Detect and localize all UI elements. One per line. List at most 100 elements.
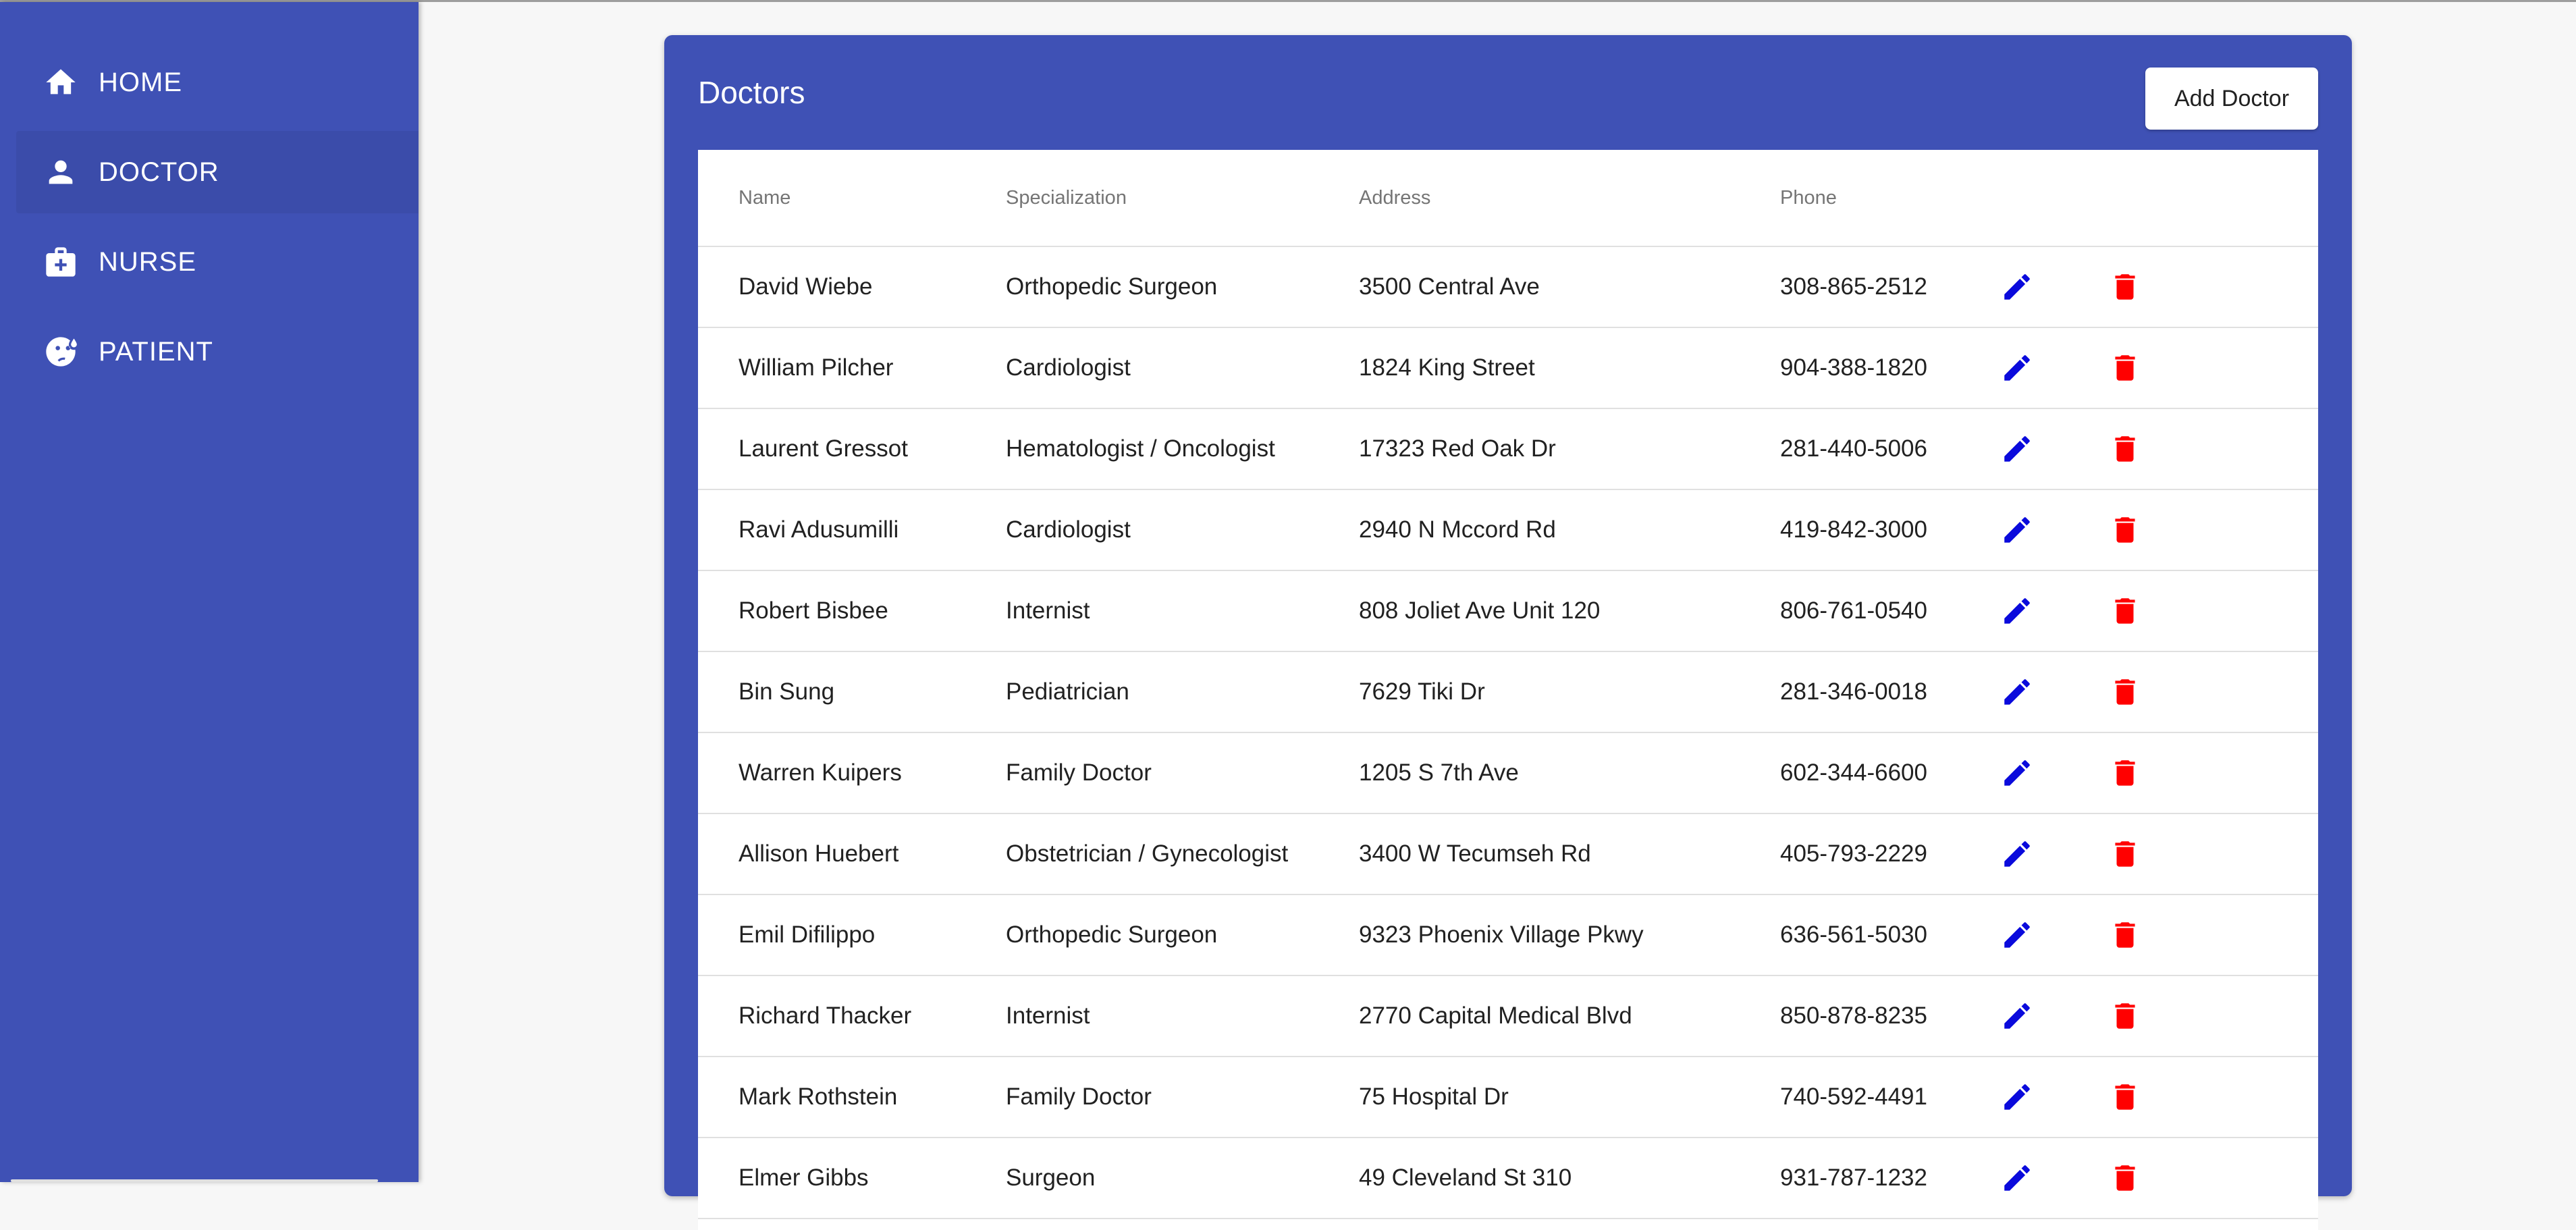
sidebar: HOME DOCTOR NURSE PATIENT: [0, 2, 419, 1182]
table-row: Laurent Gressot Hematologist / Oncologist…: [698, 408, 2318, 490]
edit-cell: [1996, 732, 2104, 814]
delete-icon[interactable]: [2108, 513, 2142, 547]
doctors-table: Name Specialization Address Phone David …: [698, 150, 2318, 1219]
edit-icon[interactable]: [2000, 513, 2034, 547]
cell-address: 3400 W Tecumseh Rd: [1359, 813, 1780, 895]
cell-name: Allison Huebert: [698, 813, 1006, 895]
sidebar-item-nurse[interactable]: NURSE: [16, 221, 419, 303]
sidebar-nav: HOME DOCTOR NURSE PATIENT: [16, 41, 419, 400]
sidebar-item-label: NURSE: [99, 246, 197, 277]
sidebar-item-patient[interactable]: PATIENT: [16, 311, 419, 393]
delete-cell: [2104, 1138, 2318, 1219]
cell-name: William Pilcher: [698, 327, 1006, 409]
sidebar-item-doctor[interactable]: DOCTOR: [16, 131, 419, 213]
cell-phone: 281-440-5006: [1780, 408, 1996, 490]
cell-address: 1205 S 7th Ave: [1359, 732, 1780, 814]
cell-address: 1824 King Street: [1359, 327, 1780, 409]
delete-icon[interactable]: [2108, 756, 2142, 790]
edit-cell: [1996, 246, 2104, 328]
sidebar-scrollbar[interactable]: [11, 1179, 378, 1182]
cell-specialization: Cardiologist: [1006, 327, 1359, 409]
cell-address: 7629 Tiki Dr: [1359, 651, 1780, 733]
cell-specialization: Obstetrician / Gynecologist: [1006, 813, 1359, 895]
delete-icon[interactable]: [2108, 432, 2142, 466]
table-row: Richard Thacker Internist 2770 Capital Med…: [698, 975, 2318, 1057]
cell-address: 3500 Central Ave: [1359, 246, 1780, 328]
cell-name: Robert Bisbee: [698, 570, 1006, 652]
edit-icon[interactable]: [2000, 837, 2034, 871]
table-row: Bin Sung Pediatrician 7629 Tiki Dr 281-346-…: [698, 651, 2318, 733]
edit-icon[interactable]: [2000, 999, 2034, 1033]
delete-icon[interactable]: [2108, 351, 2142, 385]
cell-specialization: Family Doctor: [1006, 1057, 1359, 1138]
delete-cell: [2104, 732, 2318, 814]
delete-cell: [2104, 894, 2318, 976]
cell-specialization: Surgeon: [1006, 1138, 1359, 1219]
doctors-card: Doctors Add Doctor Name Specialization A…: [664, 35, 2352, 1230]
cell-phone: 419-842-3000: [1780, 489, 1996, 571]
edit-icon[interactable]: [2000, 675, 2034, 709]
cell-phone: 806-761-0540: [1780, 570, 1996, 652]
table-header-row: Name Specialization Address Phone: [698, 150, 2318, 247]
sidebar-item-home[interactable]: HOME: [16, 41, 419, 124]
cell-name: Warren Kuipers: [698, 732, 1006, 814]
medical-bag-icon: [43, 244, 78, 279]
cell-specialization: Orthopedic Surgeon: [1006, 246, 1359, 328]
add-doctor-button[interactable]: Add Doctor: [2145, 68, 2318, 130]
column-header-name: Name: [698, 150, 1006, 247]
edit-icon[interactable]: [2000, 756, 2034, 790]
column-header-address: Address: [1359, 150, 1780, 247]
delete-icon[interactable]: [2108, 999, 2142, 1033]
cell-specialization: Internist: [1006, 975, 1359, 1057]
cell-address: 17323 Red Oak Dr: [1359, 408, 1780, 490]
delete-cell: [2104, 1057, 2318, 1138]
cell-address: 2940 N Mccord Rd: [1359, 489, 1780, 571]
cell-specialization: Pediatrician: [1006, 651, 1359, 733]
cell-address: 49 Cleveland St 310: [1359, 1138, 1780, 1219]
delete-cell: [2104, 327, 2318, 409]
cell-name: David Wiebe: [698, 246, 1006, 328]
edit-icon[interactable]: [2000, 432, 2034, 466]
doctors-table-body: David Wiebe Orthopedic Surgeon 3500 Centra…: [698, 246, 2318, 1219]
sidebar-item-label: HOME: [99, 67, 182, 97]
cell-specialization: Orthopedic Surgeon: [1006, 894, 1359, 976]
delete-icon[interactable]: [2108, 675, 2142, 709]
delete-icon[interactable]: [2108, 594, 2142, 628]
column-header-delete: [2104, 150, 2318, 247]
edit-icon[interactable]: [2000, 270, 2034, 304]
column-header-edit: [1996, 150, 2104, 247]
edit-icon[interactable]: [2000, 1161, 2034, 1195]
table-row: William Pilcher Cardiologist 1824 King Str…: [698, 327, 2318, 409]
delete-icon[interactable]: [2108, 1161, 2142, 1195]
delete-icon[interactable]: [2108, 270, 2142, 304]
edit-icon[interactable]: [2000, 918, 2034, 952]
edit-icon[interactable]: [2000, 1080, 2034, 1114]
cell-name: Elmer Gibbs: [698, 1138, 1006, 1219]
cell-name: Mark Rothstein: [698, 1057, 1006, 1138]
edit-cell: [1996, 813, 2104, 895]
edit-cell: [1996, 489, 2104, 571]
cell-address: 9323 Phoenix Village Pkwy: [1359, 894, 1780, 976]
delete-cell: [2104, 975, 2318, 1057]
cell-phone: 602-344-6600: [1780, 732, 1996, 814]
table-row: Mark Rothstein Family Doctor 75 Hospital D…: [698, 1057, 2318, 1138]
edit-cell: [1996, 327, 2104, 409]
edit-icon[interactable]: [2000, 351, 2034, 385]
cell-name: Emil Difilippo: [698, 894, 1006, 976]
column-header-phone: Phone: [1780, 150, 1996, 247]
edit-icon[interactable]: [2000, 594, 2034, 628]
cell-name: Ravi Adusumilli: [698, 489, 1006, 571]
delete-icon[interactable]: [2108, 1080, 2142, 1114]
cell-phone: 636-561-5030: [1780, 894, 1996, 976]
cell-specialization: Hematologist / Oncologist: [1006, 408, 1359, 490]
edit-cell: [1996, 651, 2104, 733]
edit-cell: [1996, 408, 2104, 490]
cell-name: Bin Sung: [698, 651, 1006, 733]
delete-icon[interactable]: [2108, 918, 2142, 952]
home-icon: [43, 65, 78, 100]
table-row: Allison Huebert Obstetrician / Gynecologi…: [698, 813, 2318, 895]
delete-cell: [2104, 246, 2318, 328]
page-title: Doctors: [698, 75, 805, 110]
delete-icon[interactable]: [2108, 837, 2142, 871]
cell-address: 75 Hospital Dr: [1359, 1057, 1780, 1138]
